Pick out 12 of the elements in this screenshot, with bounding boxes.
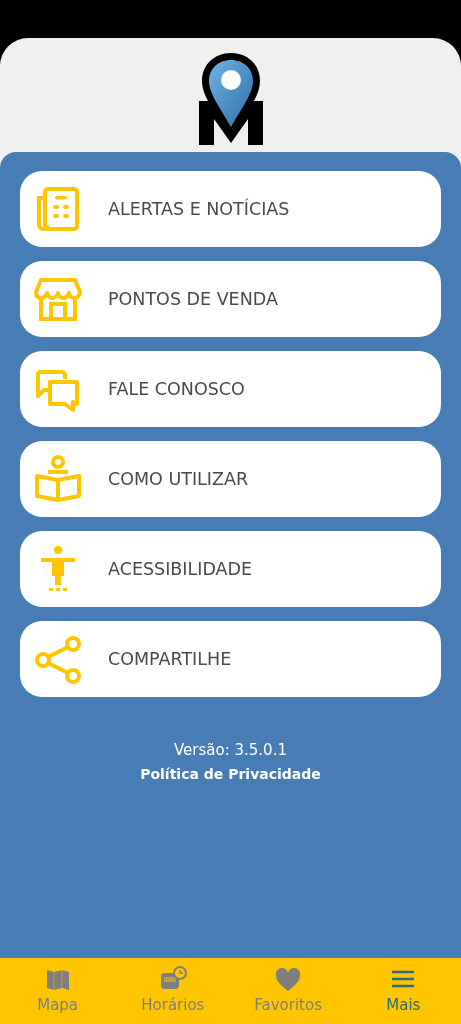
- menu-item[interactable]: COMO UTILIZAR: [20, 441, 441, 517]
- privacy-policy-link[interactable]: Política de Privacidade: [140, 763, 321, 785]
- nav-tab[interactable]: Mais: [345, 958, 461, 1024]
- menu-item[interactable]: COMPARTILHE: [20, 621, 441, 697]
- menu-item[interactable]: ALERTAS E NOTÍCIAS: [20, 171, 441, 247]
- menu-item[interactable]: PONTOS DE VENDA: [20, 261, 441, 337]
- version-text: Versão: 3.5.0.1: [173, 740, 288, 761]
- heart-icon: [274, 965, 303, 994]
- menu-item[interactable]: FALE CONOSCO: [20, 351, 441, 427]
- share-icon: [32, 634, 84, 684]
- person-reading-icon: [32, 454, 84, 504]
- menu-item[interactable]: ACESSIBILIDADE: [20, 531, 441, 607]
